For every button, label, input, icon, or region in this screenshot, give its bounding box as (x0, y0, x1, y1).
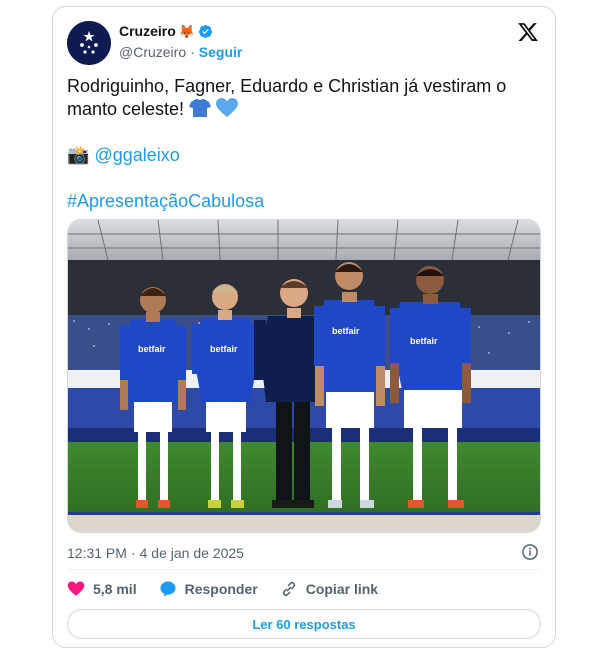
read-replies-button[interactable]: Ler 60 respostas (67, 609, 541, 639)
read-replies-label: Ler 60 respostas (252, 616, 356, 632)
author-handle-row: @Cruzeiro · Seguir (119, 44, 242, 60)
author-name-row[interactable]: Cruzeiro 🦊 (119, 23, 213, 39)
sponsor-text-4: betfair (410, 336, 438, 346)
tweet-timestamp[interactable]: 12:31 PM · 4 de jan de 2025 (67, 545, 244, 561)
x-logo-icon[interactable] (517, 21, 539, 43)
sponsor-text-1: betfair (138, 344, 166, 354)
tweet-line-2: manto celeste! (67, 99, 185, 119)
tweet-date: 4 de jan de 2025 (139, 545, 244, 561)
like-count: 5,8 mil (93, 581, 137, 597)
copy-link-label: Copiar link (305, 581, 379, 597)
sponsor-text-3: betfair (332, 326, 360, 336)
follow-button[interactable]: Seguir (199, 44, 243, 60)
reply-button[interactable]: Responder (159, 580, 258, 598)
action-bar: 5,8 mil Responder Copiar link (67, 580, 400, 598)
shirt-emoji-icon (189, 99, 212, 117)
timestamp-separator: · (130, 545, 136, 561)
sponsor-text-2: betfair (210, 344, 238, 354)
camera-emoji: 📸 (67, 145, 90, 165)
author-display-name[interactable]: Cruzeiro (119, 23, 176, 39)
copy-link-button[interactable]: Copiar link (280, 580, 378, 598)
reply-label: Responder (184, 581, 258, 597)
heart-icon (67, 581, 85, 596)
divider (67, 569, 541, 570)
verified-badge-icon (198, 24, 213, 38)
hashtag-link[interactable]: #ApresentaçãoCabulosa (67, 191, 264, 211)
link-icon (282, 582, 295, 596)
handle-separator: · (190, 44, 195, 60)
fox-emoji: 🦊 (178, 23, 195, 39)
tweet-card: Cruzeiro 🦊 @Cruzeiro · Seguir Rodriguinh… (52, 6, 556, 648)
cruzeiro-avatar[interactable] (67, 21, 111, 65)
tweet-photo[interactable]: betfair betfair betfair betfair (67, 219, 541, 533)
info-icon[interactable] (521, 543, 539, 561)
reply-bubble-icon (160, 581, 176, 597)
tweet-line-1: Rodriguinho, Fagner, Eduardo e Christian… (67, 76, 507, 96)
stadium-players-image: betfair betfair betfair betfair (68, 220, 540, 532)
tweet-text: Rodriguinho, Fagner, Eduardo e Christian… (67, 75, 537, 213)
mention-link[interactable]: @ggaleixo (94, 145, 179, 165)
tweet-time: 12:31 PM (67, 545, 127, 561)
like-button[interactable]: 5,8 mil (67, 580, 137, 598)
author-handle[interactable]: @Cruzeiro (119, 44, 186, 60)
blue-heart-emoji-icon (216, 98, 239, 117)
